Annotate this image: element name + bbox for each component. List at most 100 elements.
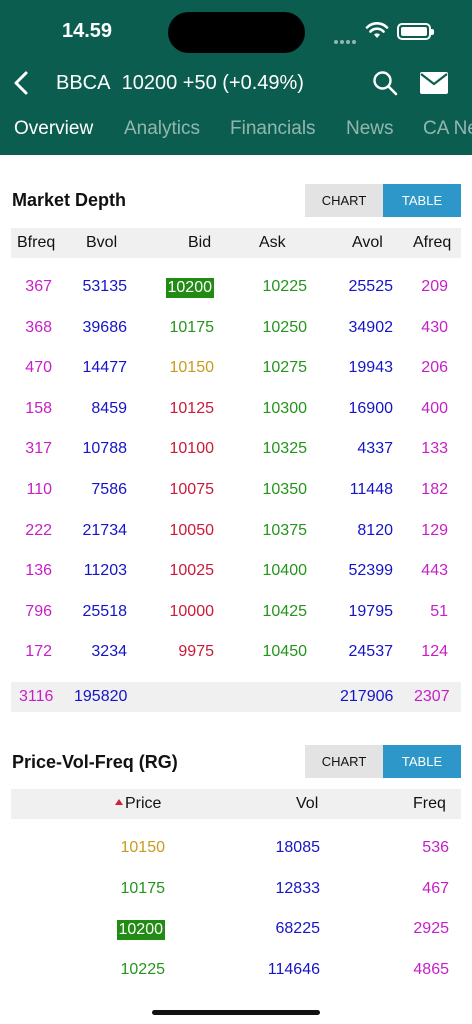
column-header-avol: Avol — [352, 234, 383, 251]
cell-avol: 52399 — [348, 562, 394, 580]
cell-avol: 11448 — [349, 481, 393, 498]
tab-news[interactable]: News — [346, 118, 394, 140]
total-bfreq: 3116 — [19, 688, 54, 705]
cell-bvol: 11203 — [83, 562, 127, 580]
cell-avol: 34902 — [348, 318, 394, 336]
cell-bvol: 7586 — [91, 481, 127, 498]
price-vol-freq-title: Price-Vol-Freq (RG) — [12, 752, 178, 772]
chart-view-button[interactable]: CHART — [305, 184, 383, 217]
column-header-bvol: Bvol — [86, 234, 118, 251]
cell-freq: 536 — [422, 839, 449, 856]
pvf-chart-view-button[interactable]: CHART — [305, 745, 383, 778]
cell-bfreq: 172 — [25, 643, 52, 661]
cell-avol: 4337 — [357, 440, 393, 458]
cell-bvol: 10788 — [82, 440, 128, 458]
cell-bvol: 3234 — [91, 643, 127, 661]
column-header-afreq: Afreq — [413, 234, 452, 251]
cell-bfreq: 110 — [26, 481, 52, 498]
price-header-label: Price — [125, 795, 162, 812]
cell-bfreq: 470 — [25, 359, 52, 377]
cell-afreq: 400 — [421, 399, 448, 417]
pvf-view-toggle: CHART TABLE — [305, 745, 461, 778]
cell-bid[interactable]: 10050 — [170, 522, 215, 540]
cell-avol: 24537 — [348, 643, 394, 661]
cell-afreq: 443 — [421, 562, 448, 580]
cell-bvol: 53135 — [82, 278, 128, 295]
tab-overview[interactable]: Overview — [14, 118, 93, 140]
cell-price: 10150 — [120, 839, 166, 856]
table-view-button[interactable]: TABLE — [383, 184, 461, 217]
cell-vol: 114646 — [267, 960, 320, 978]
market-depth-header-row — [11, 228, 461, 258]
app-header: 14.59 BBCA 10200 +50 (+0.49%) Overview A… — [0, 0, 472, 155]
tab-financials[interactable]: Financials — [230, 118, 316, 140]
cell-ask[interactable]: 10350 — [263, 481, 308, 499]
cell-ask[interactable]: 10300 — [263, 400, 308, 418]
back-arrow-icon[interactable] — [10, 70, 34, 96]
cell-bfreq: 158 — [25, 399, 52, 417]
cell-price: 10200 — [116, 920, 165, 941]
search-icon[interactable] — [372, 70, 398, 96]
tab-bar: Overview Analytics Financials News CA Ne… — [0, 118, 472, 148]
column-header-vol[interactable]: Vol — [296, 795, 318, 813]
column-header-freq[interactable]: Freq — [413, 795, 446, 813]
tab-ca-news[interactable]: CA News — [423, 118, 472, 140]
market-depth-title: Market Depth — [12, 190, 127, 210]
column-header-bid: Bid — [188, 234, 212, 251]
cell-avol: 25525 — [348, 278, 394, 295]
total-avol: 217906 — [340, 688, 394, 705]
cell-ask[interactable]: 10275 — [263, 359, 308, 377]
cell-avol: 19943 — [348, 359, 394, 377]
cell-bvol: 39686 — [82, 318, 128, 336]
cell-afreq: 133 — [421, 440, 448, 458]
battery-icon — [397, 23, 434, 40]
cell-price: 10175 — [120, 879, 166, 897]
total-bvol: 195820 — [74, 688, 128, 705]
cell-afreq: 206 — [421, 359, 448, 377]
cellular-signal-icon — [334, 31, 362, 44]
cell-freq: 4865 — [413, 960, 449, 978]
status-time: 14.59 — [62, 20, 113, 42]
tab-analytics[interactable]: Analytics — [124, 118, 200, 140]
cell-bid[interactable]: 10025 — [170, 562, 215, 580]
dynamic-island — [168, 12, 305, 53]
cell-bid[interactable]: 10075 — [170, 481, 215, 499]
cell-bid[interactable]: 10175 — [170, 319, 215, 337]
cell-afreq: 182 — [421, 481, 448, 498]
cell-bid[interactable]: 10100 — [170, 440, 215, 458]
mail-icon[interactable] — [420, 72, 448, 94]
cell-bfreq: 136 — [25, 562, 52, 580]
cell-ask[interactable]: 10450 — [263, 643, 308, 661]
wifi-icon — [365, 22, 389, 38]
cell-bfreq: 368 — [25, 318, 52, 336]
cell-bid[interactable]: 9975 — [178, 643, 214, 661]
cell-price: 10225 — [120, 960, 166, 978]
cell-freq: 467 — [422, 879, 449, 897]
ticker-symbol: BBCA — [56, 72, 111, 94]
column-header-bfreq: Bfreq — [17, 234, 56, 251]
cell-bid[interactable]: 10200 — [165, 278, 214, 298]
cell-bid[interactable]: 10150 — [170, 359, 215, 377]
cell-ask[interactable]: 10225 — [263, 278, 308, 296]
cell-avol: 16900 — [348, 399, 394, 417]
price-quote: 10200 +50 (+0.49%) — [121, 72, 304, 94]
market-depth-view-toggle: CHART TABLE — [305, 184, 461, 217]
cell-vol: 18085 — [275, 839, 321, 856]
cell-ask[interactable]: 10325 — [263, 440, 308, 458]
cell-ask[interactable]: 10250 — [263, 319, 308, 337]
cell-avol: 8120 — [357, 521, 393, 539]
cell-vol: 68225 — [275, 920, 321, 938]
sort-ascending-icon — [115, 799, 123, 805]
cell-ask[interactable]: 10425 — [263, 603, 308, 621]
cell-ask[interactable]: 10400 — [263, 562, 308, 580]
total-afreq: 2307 — [414, 688, 450, 705]
home-indicator[interactable] — [152, 1010, 320, 1015]
cell-avol: 19795 — [348, 602, 394, 620]
pvf-table-view-button[interactable]: TABLE — [383, 745, 461, 778]
cell-bid[interactable]: 10000 — [170, 603, 215, 621]
cell-bid[interactable]: 10125 — [170, 400, 215, 418]
cell-afreq: 209 — [421, 278, 448, 295]
column-header-price[interactable]: Price — [115, 795, 161, 813]
cell-vol: 12833 — [275, 879, 321, 897]
cell-ask[interactable]: 10375 — [263, 522, 308, 540]
